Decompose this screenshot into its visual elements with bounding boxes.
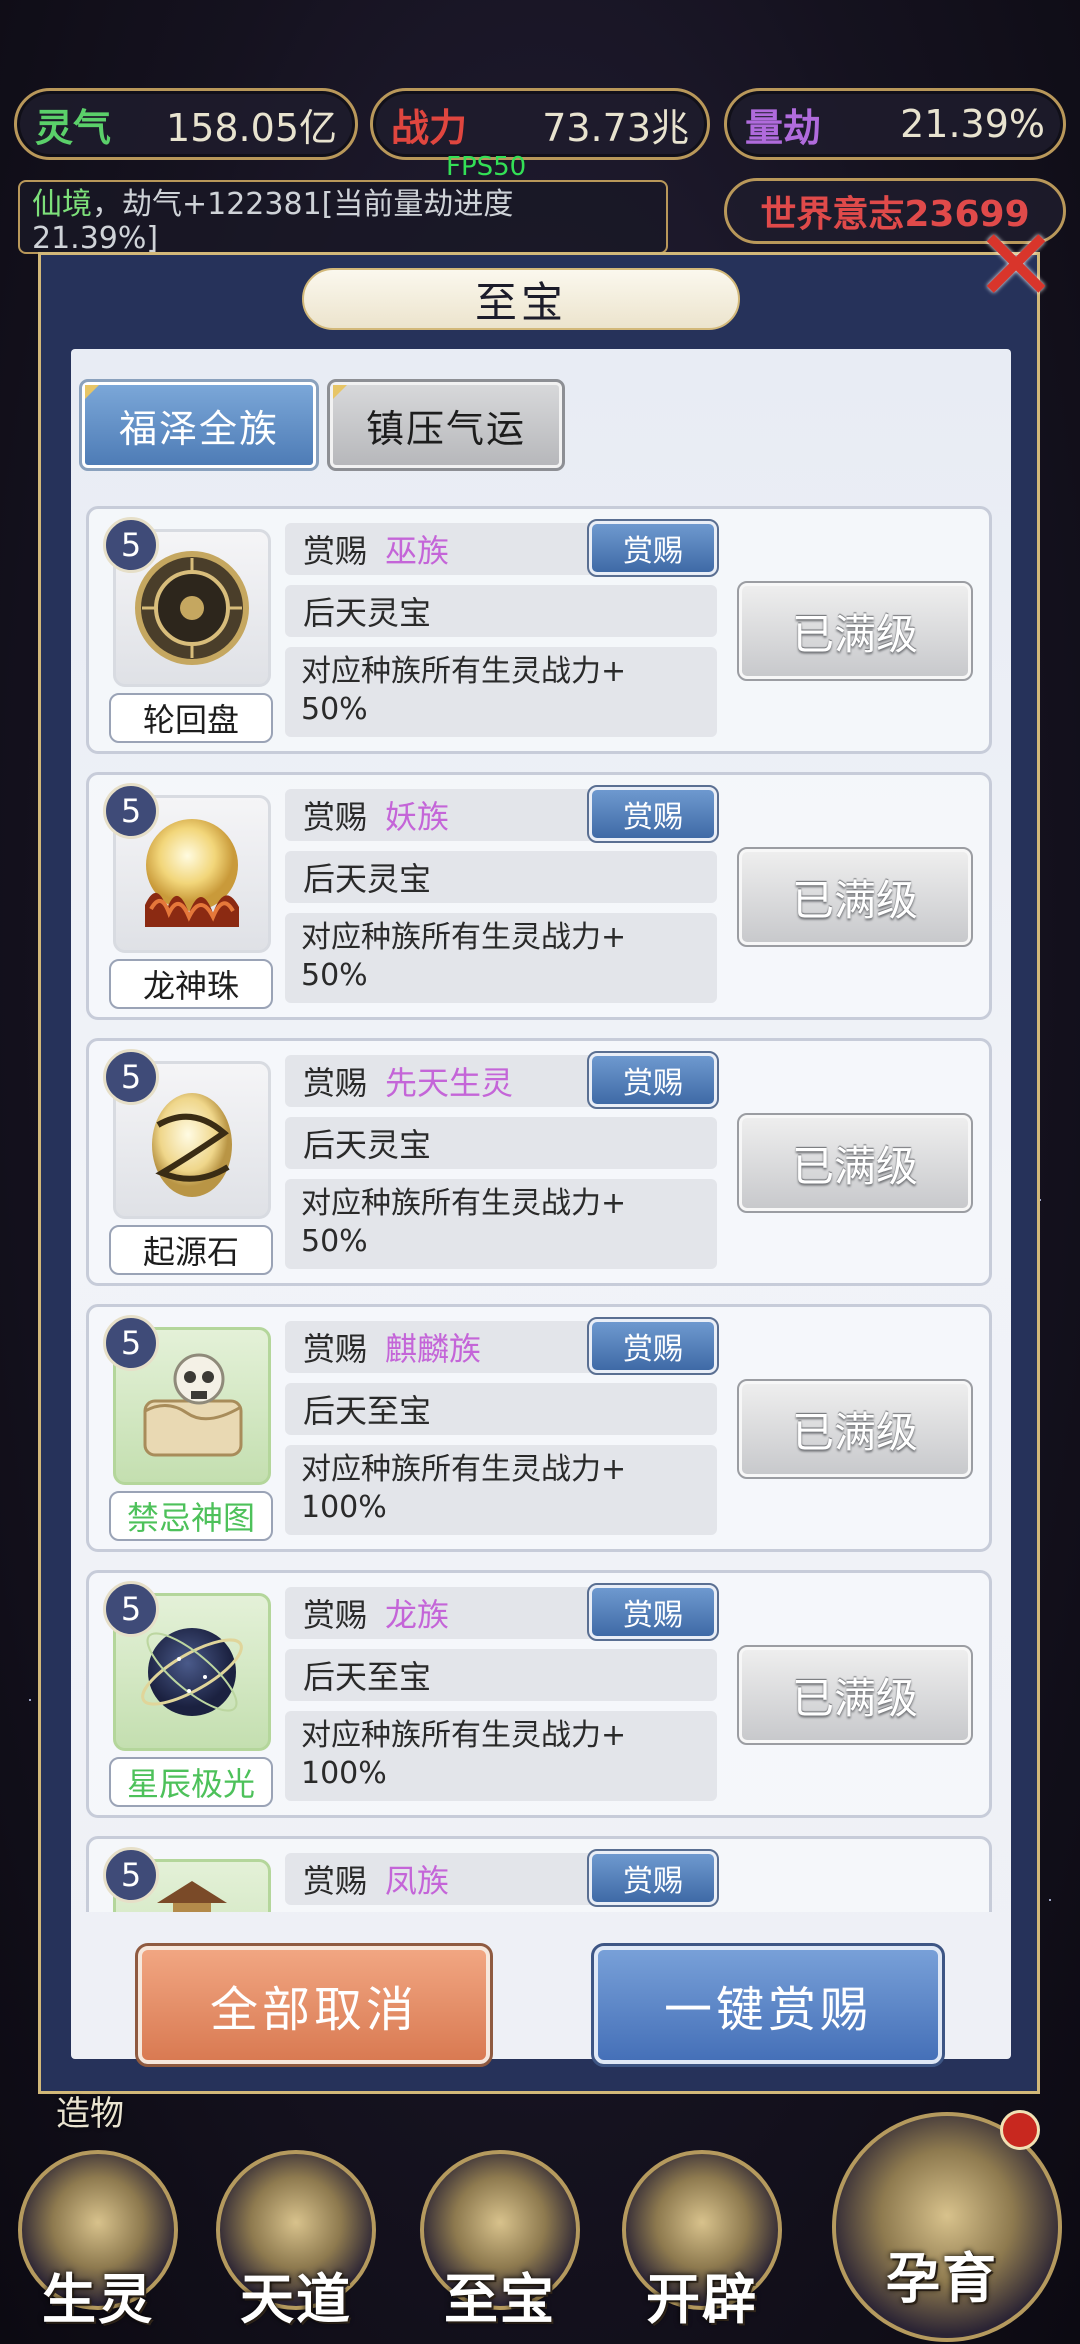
- effect-value: 100%: [301, 1756, 387, 1791]
- tab-label: 镇压气运: [365, 406, 526, 451]
- reward-button[interactable]: 赏赐: [587, 1051, 719, 1109]
- tab-label: 福泽全族: [118, 406, 279, 451]
- level-badge: 5: [103, 1847, 159, 1903]
- stat-value: 21.39%: [900, 102, 1045, 146]
- treasure-card: 5 龙神珠 赏赐 妖族 赏赐 后天灵宝 对应种族所有生灵战力+ 50% 已满级: [86, 772, 992, 1020]
- effect-value: 50%: [301, 692, 368, 727]
- item-effect: 对应种族所有生灵战力+ 50%: [285, 647, 717, 737]
- treasure-card: 5 禁忌神图 赏赐 麒麟族 赏赐 后天至宝 对应种族所有生灵战力+ 100% 已满级: [86, 1304, 992, 1552]
- reward-label: 赏赐: [303, 532, 368, 570]
- effect-text: 对应种族所有生灵战力+: [301, 1718, 627, 1753]
- stat-value: 158.05亿: [166, 105, 337, 150]
- one-click-reward-button[interactable]: 一键赏赐: [591, 1943, 945, 2067]
- nav-label: 开辟: [646, 2268, 758, 2331]
- item-type: 后天灵宝: [285, 585, 717, 637]
- spirit-qi-stat: 灵气 158.05亿: [14, 88, 358, 160]
- level-badge: 5: [103, 1049, 159, 1105]
- nav-label: 孕育: [886, 2247, 998, 2310]
- stat-label: 量劫: [745, 105, 822, 150]
- treasure-list[interactable]: 5 轮回盘 赏赐 巫族 赏赐 后天灵宝 对应种族所有生灵战力+ 50% 已满级 5: [86, 506, 994, 1912]
- nav-creation[interactable]: 开辟: [612, 2150, 792, 2344]
- level-badge: 5: [103, 783, 159, 839]
- reward-button[interactable]: 赏赐: [587, 785, 719, 843]
- calamity-stat: 量劫 21.39%: [724, 88, 1066, 160]
- item-effect: 对应种族所有生灵战力+ 50%: [285, 913, 717, 1003]
- reward-label: 赏赐: [303, 798, 368, 836]
- effect-text: 对应种族所有生灵战力+: [301, 1186, 627, 1221]
- item-effect: 对应种族所有生灵战力+ 100%: [285, 1711, 717, 1801]
- tribe-name: 巫族: [385, 532, 450, 570]
- stat-label: 灵气: [35, 105, 112, 150]
- level-badge: 5: [103, 1581, 159, 1637]
- nav-label: 天道: [240, 2268, 352, 2331]
- item-effect: 对应种族所有生灵战力+ 100%: [285, 1445, 717, 1535]
- max-level-button[interactable]: 已满级: [737, 1113, 973, 1213]
- notification-dot: [1000, 2110, 1040, 2150]
- nav-label: 至宝: [444, 2268, 556, 2331]
- tribe-name: 龙族: [385, 1596, 450, 1634]
- stat-label: 战力: [391, 105, 468, 150]
- nav-nurture[interactable]: 孕育: [826, 2112, 1070, 2344]
- level-badge: 5: [103, 517, 159, 573]
- reward-label: 赏赐: [303, 1596, 368, 1634]
- nav-heavenly-dao[interactable]: 天道: [206, 2150, 386, 2344]
- reward-label: 赏赐: [303, 1330, 368, 1368]
- message-text: ，劫气+122381[当前量劫进度: [92, 187, 514, 222]
- item-name: 轮回盘: [109, 693, 273, 743]
- nav-creatures[interactable]: 生灵: [8, 2150, 188, 2344]
- max-level-button[interactable]: 已满级: [737, 1379, 973, 1479]
- reward-label: 赏赐: [303, 1064, 368, 1102]
- item-type: 后天至宝: [285, 1383, 717, 1435]
- tab-clan-blessing[interactable]: 福泽全族: [79, 379, 319, 471]
- item-name: 星辰极光: [109, 1757, 273, 1807]
- creation-label: 造物: [56, 2094, 124, 2134]
- effect-value: 50%: [301, 958, 368, 993]
- message-line2: 21.39%]: [32, 221, 159, 254]
- tribe-name: 妖族: [385, 798, 450, 836]
- combat-power-stat: 战力 73.73兆: [370, 88, 710, 160]
- nav-label: 生灵: [42, 2268, 154, 2331]
- panel-title: 至宝: [302, 268, 740, 330]
- level-badge: 5: [103, 1315, 159, 1371]
- max-level-button[interactable]: 已满级: [737, 581, 973, 681]
- tab-corner: [333, 385, 347, 399]
- stat-value: 73.73兆: [542, 105, 689, 150]
- item-name: 起源石: [109, 1225, 273, 1275]
- reward-button[interactable]: 赏赐: [587, 1583, 719, 1641]
- item-type: 后天至宝: [285, 1649, 717, 1701]
- reward-button[interactable]: 赏赐: [587, 1849, 719, 1907]
- reward-button[interactable]: 赏赐: [587, 519, 719, 577]
- max-level-button[interactable]: 已满级: [737, 847, 973, 947]
- effect-value: 50%: [301, 1224, 368, 1259]
- effect-text: 对应种族所有生灵战力+: [301, 654, 627, 689]
- effect-text: 对应种族所有生灵战力+: [301, 1452, 627, 1487]
- reward-button[interactable]: 赏赐: [587, 1317, 719, 1375]
- message-prefix: 仙境: [32, 187, 92, 222]
- treasure-card: 5 赏赐 凤族 赏赐: [86, 1836, 992, 1912]
- tribe-name: 先天生灵: [385, 1064, 514, 1102]
- tribe-name: 凤族: [385, 1862, 450, 1900]
- tab-suppress-fortune[interactable]: 镇压气运: [327, 379, 565, 471]
- effect-text: 对应种族所有生灵战力+: [301, 920, 627, 955]
- item-effect: 对应种族所有生灵战力+ 50%: [285, 1179, 717, 1269]
- treasure-card: 5 星辰极光 赏赐 龙族 赏赐 后天至宝 对应种族所有生灵战力+ 100% 已满级: [86, 1570, 992, 1818]
- item-type: 后天灵宝: [285, 1117, 717, 1169]
- nav-treasure[interactable]: 至宝: [410, 2150, 590, 2344]
- treasure-card: 5 轮回盘 赏赐 巫族 赏赐 后天灵宝 对应种族所有生灵战力+ 50% 已满级: [86, 506, 992, 754]
- fps-counter: FPS50: [446, 152, 527, 182]
- treasure-card: 5 起源石 赏赐 先天生灵 赏赐 后天灵宝 对应种族所有生灵战力+ 50% 已满级: [86, 1038, 992, 1286]
- cancel-all-button[interactable]: 全部取消: [135, 1943, 493, 2067]
- event-message: 仙境，劫气+122381[当前量劫进度 21.39%]: [18, 180, 668, 254]
- tab-corner: [85, 385, 99, 399]
- reward-label: 赏赐: [303, 1862, 368, 1900]
- max-level-button[interactable]: 已满级: [737, 1645, 973, 1745]
- tribe-name: 麒麟族: [385, 1330, 482, 1368]
- item-type: 后天灵宝: [285, 851, 717, 903]
- item-name: 龙神珠: [109, 959, 273, 1009]
- effect-value: 100%: [301, 1490, 387, 1525]
- close-x-icon[interactable]: ✕: [968, 216, 1064, 316]
- item-name: 禁忌神图: [109, 1491, 273, 1541]
